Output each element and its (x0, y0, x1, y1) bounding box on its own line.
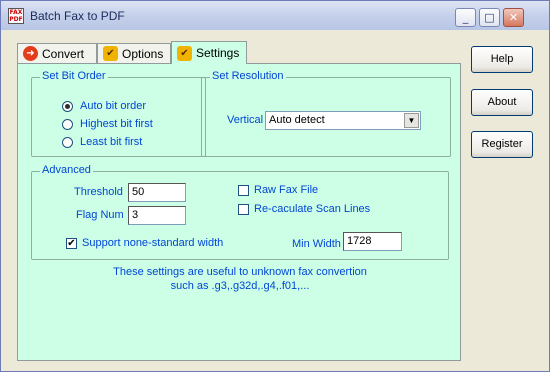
radio-button[interactable] (62, 100, 73, 112)
threshold-input[interactable]: 50 (128, 183, 186, 202)
checkbox[interactable]: ✔ (66, 237, 77, 249)
arrow-right-icon: ➜ (23, 46, 38, 61)
window-title: Batch Fax to PDF (30, 9, 125, 23)
tab-convert[interactable]: ➜ Convert (17, 43, 97, 63)
tab-options[interactable]: ✔ Options (97, 43, 171, 63)
minimize-button[interactable]: _ (455, 8, 476, 27)
maximize-button[interactable]: □ (479, 8, 500, 27)
radio-button[interactable] (62, 136, 73, 148)
radio-least-bit-first[interactable]: Least bit first (62, 136, 142, 148)
advanced-group: Advanced Threshold 50 Flag Num 3 Raw Fax… (31, 164, 449, 260)
threshold-label: Threshold (74, 186, 123, 198)
chevron-down-icon[interactable]: ▼ (404, 113, 419, 128)
radio-label: Highest bit first (80, 118, 153, 130)
select-value: Auto detect (269, 114, 325, 126)
fax-pdf-icon[interactable]: FAX PDF (8, 8, 24, 24)
checkbox-label: Raw Fax File (254, 184, 319, 196)
support-none-standard-width-checkbox[interactable]: ✔ Support none-standard width (66, 237, 223, 249)
advanced-title: Advanced (40, 164, 93, 176)
checkbox-label: Re-caculate Scan Lines (254, 203, 371, 215)
checkbox[interactable] (238, 203, 249, 215)
radio-button[interactable] (62, 118, 73, 130)
recalculate-scan-lines-checkbox[interactable]: Re-caculate Scan Lines (238, 203, 370, 215)
help-button[interactable]: Help (471, 46, 533, 73)
register-button[interactable]: Register (471, 131, 533, 158)
tab-settings[interactable]: ✔ Settings (171, 41, 247, 64)
settings-note-line1: These settings are useful to unknown fax… (113, 266, 367, 278)
resolution-group: Set Resolution Vertical Auto detect ▼ (201, 70, 451, 157)
vertical-resolution-select[interactable]: Auto detect ▼ (265, 111, 421, 130)
title-bar[interactable]: FAX PDF Batch Fax to PDF _ □ ✕ (1, 1, 549, 30)
tab-label: Convert (42, 46, 85, 61)
app-window: FAX PDF Batch Fax to PDF _ □ ✕ ➜ Convert… (0, 0, 550, 372)
close-button[interactable]: ✕ (503, 8, 524, 27)
flag-num-input[interactable]: 3 (128, 206, 186, 225)
checkbox[interactable] (238, 184, 249, 196)
raw-fax-file-checkbox[interactable]: Raw Fax File (238, 184, 318, 196)
tab-label: Settings (196, 46, 240, 60)
radio-auto-bit-order[interactable]: Auto bit order (62, 100, 146, 112)
radio-label: Auto bit order (80, 100, 147, 112)
flag-num-label: Flag Num (76, 209, 124, 221)
min-width-label: Min Width (292, 238, 341, 250)
about-button[interactable]: About (471, 89, 533, 116)
bit-order-group: Set Bit Order Auto bit order Highest bit… (31, 70, 206, 157)
radio-highest-bit-first[interactable]: Highest bit first (62, 118, 153, 130)
checkbox-label: Support none-standard width (82, 237, 224, 249)
radio-label: Least bit first (80, 136, 143, 148)
settings-panel: Set Bit Order Auto bit order Highest bit… (17, 63, 461, 361)
settings-note-line2: such as .g3,.g32d,.g4,.f01,... (170, 280, 310, 292)
checklist-icon: ✔ (103, 46, 118, 61)
vertical-label: Vertical (227, 114, 264, 126)
checklist-icon: ✔ (177, 45, 192, 61)
resolution-title: Set Resolution (210, 70, 286, 82)
tab-label: Options (122, 46, 164, 61)
bit-order-title: Set Bit Order (40, 70, 108, 82)
min-width-input[interactable]: 1728 (343, 232, 402, 251)
